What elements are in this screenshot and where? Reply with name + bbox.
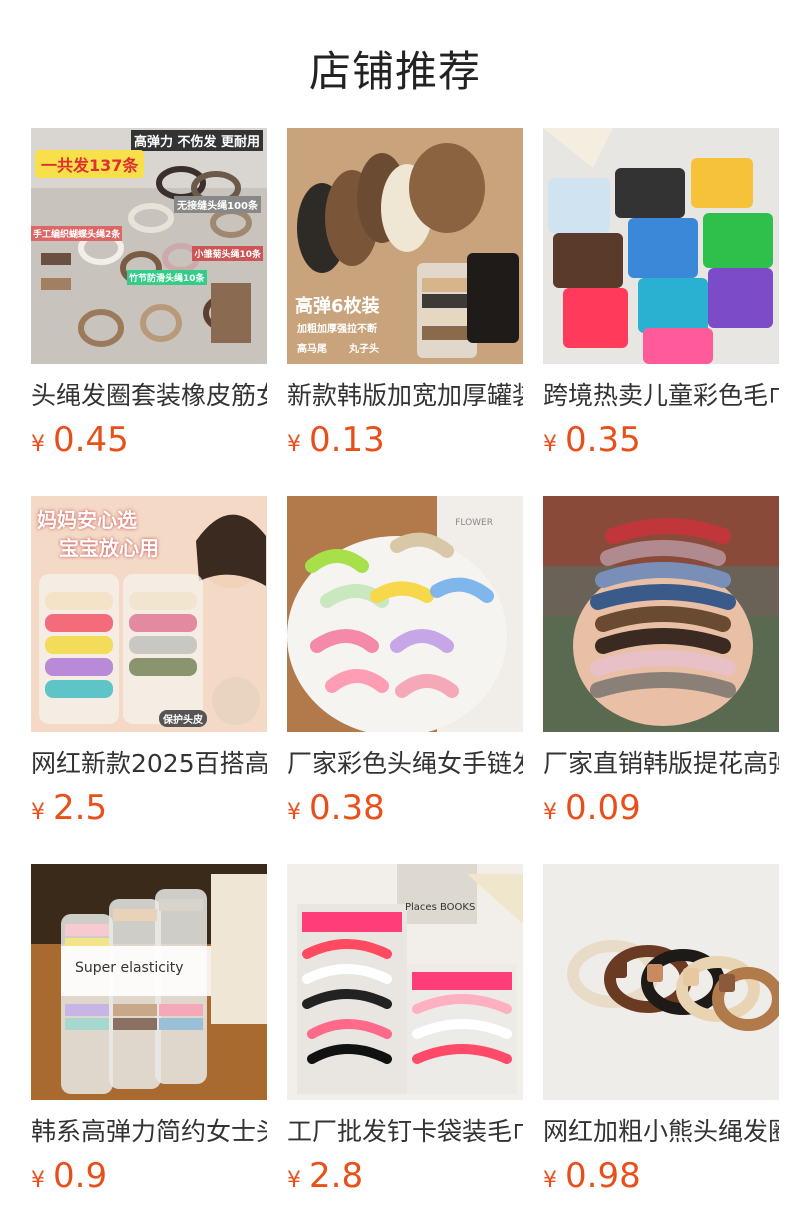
product-price: ¥0.98 (543, 1156, 779, 1202)
currency-symbol: ¥ (543, 1168, 557, 1193)
product-price: ¥0.09 (543, 788, 779, 834)
product-card[interactable]: 厂家直销韩版提花高弹 ¥0.09 (543, 496, 779, 834)
product-card[interactable]: FLOWER 厂家彩色头绳女手链发 ¥0.38 (287, 496, 523, 834)
overlay-tag: 无接缝头绳100条 (174, 196, 261, 213)
overlay-tag: 丸子头 (349, 344, 379, 355)
currency-symbol: ¥ (543, 800, 557, 825)
product-image[interactable]: 高弹力 不伤发 更耐用 一共发137条 无接缝头绳100条 手工编织蝴蝶头绳2条… (31, 128, 267, 364)
overlay-sub-text: 加粗加厚强拉不断 (297, 324, 377, 335)
product-name[interactable]: 头绳发圈套装橡皮筋女 (31, 380, 267, 412)
currency-symbol: ¥ (31, 1168, 45, 1193)
product-card[interactable]: Places BOOKS 工厂批发钉卡袋装毛巾 ¥2.8 (287, 864, 523, 1202)
overlay-sub-text: 宝宝放心用 (59, 536, 159, 560)
product-price: ¥2.5 (31, 788, 267, 834)
overlay-badge: 一共发137条 (35, 150, 145, 178)
product-image[interactable]: Super elasticity (31, 864, 267, 1100)
currency-symbol: ¥ (31, 432, 45, 457)
price-value: 0.38 (309, 788, 385, 828)
overlay-tag: 高马尾 (297, 344, 327, 355)
currency-symbol: ¥ (31, 800, 45, 825)
product-card[interactable]: 跨境热卖儿童彩色毛巾 ¥0.35 (543, 128, 779, 466)
overlay-top-text: 高弹力 不伤发 更耐用 (130, 130, 263, 151)
product-name[interactable]: 网红新款2025百搭高弹 (31, 748, 267, 780)
product-price: ¥0.13 (287, 420, 523, 466)
product-name[interactable]: 厂家直销韩版提花高弹 (543, 748, 779, 780)
product-name[interactable]: 韩系高弹力简约女士头 (31, 1116, 267, 1148)
price-value: 2.5 (53, 788, 108, 828)
product-image[interactable]: 高弹6枚装 加粗加厚强拉不断 高马尾 丸子头 (287, 128, 523, 364)
product-image[interactable] (543, 496, 779, 732)
product-card[interactable]: 妈妈安心选 宝宝放心用 保护头皮 网红新款2025百搭高弹 ¥2.5 (31, 496, 267, 834)
overlay-top-text: 妈妈安心选 (37, 508, 137, 532)
product-name[interactable]: 厂家彩色头绳女手链发 (287, 748, 523, 780)
overlay-tag: 竹节防滑头绳10条 (127, 270, 207, 285)
page-title: 店铺推荐 (308, 47, 481, 96)
overlay-top-text: Places BOOKS (405, 902, 476, 913)
price-value: 2.8 (309, 1156, 364, 1196)
currency-symbol: ¥ (287, 800, 301, 825)
product-card[interactable]: Super elasticity 韩系高弹力简约女士头 ¥0.9 (31, 864, 267, 1202)
product-card[interactable]: 高弹力 不伤发 更耐用 一共发137条 无接缝头绳100条 手工编织蝴蝶头绳2条… (31, 128, 267, 466)
product-name[interactable]: 新款韩版加宽加厚罐装 (287, 380, 523, 412)
price-value: 0.9 (53, 1156, 108, 1196)
price-value: 0.09 (565, 788, 641, 828)
currency-symbol: ¥ (287, 1168, 301, 1193)
product-image[interactable]: FLOWER (287, 496, 523, 732)
product-name[interactable]: 网红加粗小熊头绳发圈 (543, 1116, 779, 1148)
price-value: 0.13 (309, 420, 385, 460)
product-name[interactable]: 工厂批发钉卡袋装毛巾 (287, 1116, 523, 1148)
product-card[interactable]: 网红加粗小熊头绳发圈 ¥0.98 (543, 864, 779, 1202)
overlay-tag: 手工编织蝴蝶头绳2条 (31, 226, 123, 241)
product-card[interactable]: 高弹6枚装 加粗加厚强拉不断 高马尾 丸子头 新款韩版加宽加厚罐装 ¥0.13 (287, 128, 523, 466)
price-value: 0.98 (565, 1156, 641, 1196)
product-price: ¥2.8 (287, 1156, 523, 1202)
price-value: 0.45 (53, 420, 129, 460)
product-price: ¥0.9 (31, 1156, 267, 1202)
product-price: ¥0.38 (287, 788, 523, 834)
product-price: ¥0.35 (543, 420, 779, 466)
overlay-tag: 小雏菊头绳10条 (192, 246, 263, 261)
price-value: 0.35 (565, 420, 641, 460)
overlay-top-text: Super elasticity (75, 960, 184, 976)
currency-symbol: ¥ (543, 432, 557, 457)
product-price: ¥0.45 (31, 420, 267, 466)
currency-symbol: ¥ (287, 432, 301, 457)
product-image[interactable] (543, 864, 779, 1100)
product-image[interactable] (543, 128, 779, 364)
overlay-top-text: 高弹6枚装 (295, 296, 380, 317)
product-image[interactable]: 妈妈安心选 宝宝放心用 保护头皮 (31, 496, 267, 732)
product-image[interactable]: Places BOOKS (287, 864, 523, 1100)
product-name[interactable]: 跨境热卖儿童彩色毛巾 (543, 380, 779, 412)
overlay-top-text: FLOWER (455, 518, 493, 528)
overlay-tag: 保护头皮 (159, 710, 207, 727)
